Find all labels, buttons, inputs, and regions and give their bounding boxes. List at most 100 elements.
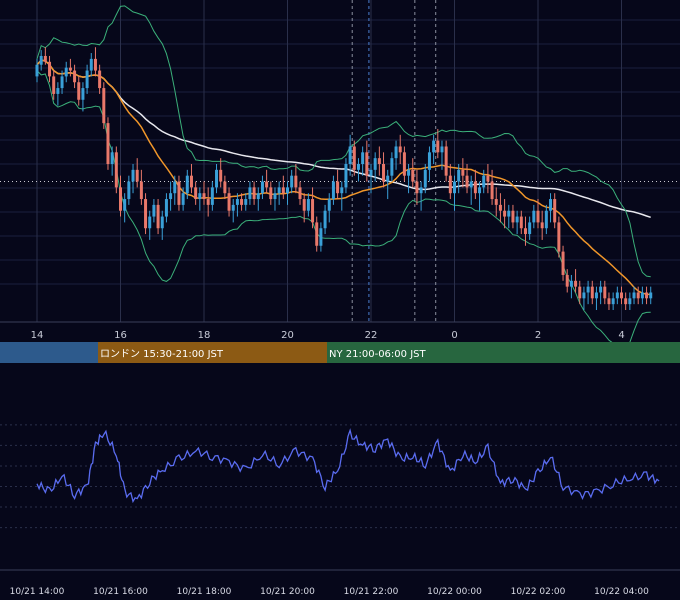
candle-body bbox=[645, 292, 649, 299]
candle-body bbox=[340, 187, 344, 194]
candle-body bbox=[540, 222, 544, 229]
candle-body bbox=[465, 175, 469, 188]
date-tick-label: 10/22 00:00 bbox=[427, 587, 482, 597]
candle bbox=[106, 117, 110, 170]
candle-body bbox=[432, 140, 436, 153]
candle-body bbox=[473, 181, 477, 194]
candle-body bbox=[628, 298, 632, 305]
candle-body bbox=[223, 181, 227, 194]
candle-body bbox=[361, 152, 365, 164]
candle-body bbox=[382, 164, 386, 182]
candle-body bbox=[219, 169, 223, 182]
candle-body bbox=[119, 187, 122, 211]
candle-body bbox=[611, 298, 615, 305]
candle-body bbox=[498, 204, 502, 211]
candle-body bbox=[311, 199, 315, 223]
candle-body bbox=[173, 181, 177, 194]
candle-body bbox=[390, 158, 394, 176]
candle bbox=[557, 216, 561, 258]
price-x-tick-label: 18 bbox=[198, 330, 211, 341]
candle-body bbox=[315, 222, 319, 246]
candle-body bbox=[135, 169, 139, 182]
candle-body bbox=[210, 187, 214, 205]
candle-body bbox=[148, 216, 152, 229]
candle-body bbox=[227, 193, 231, 211]
candle-body bbox=[81, 88, 85, 100]
candle-body bbox=[419, 187, 423, 194]
candle-body bbox=[48, 61, 52, 77]
candle-body bbox=[373, 158, 377, 170]
candle-body bbox=[565, 274, 569, 287]
candle-body bbox=[494, 199, 498, 205]
candle-body bbox=[415, 181, 419, 194]
candle-body bbox=[93, 58, 97, 71]
price-x-tick-label: 0 bbox=[451, 330, 457, 341]
candle-body bbox=[569, 280, 573, 287]
candle-body bbox=[269, 187, 273, 200]
candle-body bbox=[544, 210, 548, 229]
candle-body bbox=[139, 181, 143, 200]
candle-body bbox=[202, 193, 206, 200]
date-tick-label: 10/21 20:00 bbox=[260, 587, 315, 597]
price-x-tick-label: 20 bbox=[281, 330, 294, 341]
candle-body bbox=[365, 152, 369, 176]
candle-body bbox=[306, 199, 310, 211]
candle-body bbox=[624, 298, 628, 305]
candle-body bbox=[169, 193, 173, 200]
candle-body bbox=[277, 187, 281, 194]
candle-body bbox=[574, 280, 578, 287]
candle-body bbox=[68, 67, 72, 71]
candle-body bbox=[478, 187, 482, 194]
candle-body bbox=[64, 67, 68, 77]
date-tick-label: 10/21 16:00 bbox=[93, 587, 148, 597]
price-x-tick-label: 4 bbox=[618, 330, 624, 341]
candle-body bbox=[507, 210, 511, 217]
candle-body bbox=[319, 228, 323, 246]
candle-body bbox=[131, 169, 135, 182]
candle-body bbox=[160, 216, 164, 229]
candle-body bbox=[194, 187, 198, 200]
date-tick-label: 10/21 22:00 bbox=[344, 587, 399, 597]
candle-body bbox=[549, 199, 553, 211]
candle-body bbox=[252, 187, 256, 200]
candle-body bbox=[260, 181, 264, 194]
candle-body bbox=[73, 70, 77, 83]
candle-body bbox=[185, 175, 189, 194]
candle-body bbox=[231, 204, 235, 211]
candle-body bbox=[89, 58, 93, 71]
candle-body bbox=[235, 199, 239, 205]
candle-body bbox=[344, 164, 348, 188]
candle-body bbox=[386, 175, 390, 182]
candle-body bbox=[302, 199, 306, 211]
candle-body bbox=[102, 88, 106, 124]
candle-body bbox=[402, 152, 406, 176]
session-label: ロンドン 15:30-21:00 JST bbox=[100, 349, 224, 360]
candle-body bbox=[561, 251, 565, 275]
candle-body bbox=[377, 158, 381, 164]
candle-body bbox=[114, 152, 118, 188]
candle-body bbox=[273, 193, 277, 200]
candle-body bbox=[298, 187, 302, 200]
candle-body bbox=[323, 210, 327, 229]
candle-body bbox=[423, 169, 427, 188]
date-tick-label: 10/21 14:00 bbox=[10, 587, 65, 597]
candle-body bbox=[632, 292, 636, 299]
date-tick-label: 10/22 02:00 bbox=[511, 587, 566, 597]
candle-body bbox=[440, 146, 444, 153]
candle-body bbox=[77, 82, 81, 100]
candle-body bbox=[35, 64, 39, 77]
candle-body bbox=[582, 292, 586, 299]
candle-body bbox=[444, 146, 448, 176]
price-x-tick-label: 16 bbox=[114, 330, 127, 341]
candle-body bbox=[327, 199, 331, 211]
candle-body bbox=[56, 88, 60, 94]
candle-body bbox=[557, 222, 561, 252]
candle-body bbox=[407, 169, 411, 176]
trading-chart[interactable]: 14 16 18 20 22 0 2 4 ロンドン 15:30-21:00 JST NY 21:… bbox=[0, 0, 680, 600]
candle-body bbox=[436, 140, 440, 153]
candle-body bbox=[607, 298, 611, 305]
candle-body bbox=[615, 292, 619, 299]
candle-body bbox=[448, 175, 452, 194]
candle-body bbox=[528, 222, 532, 235]
candle-body bbox=[189, 175, 193, 188]
